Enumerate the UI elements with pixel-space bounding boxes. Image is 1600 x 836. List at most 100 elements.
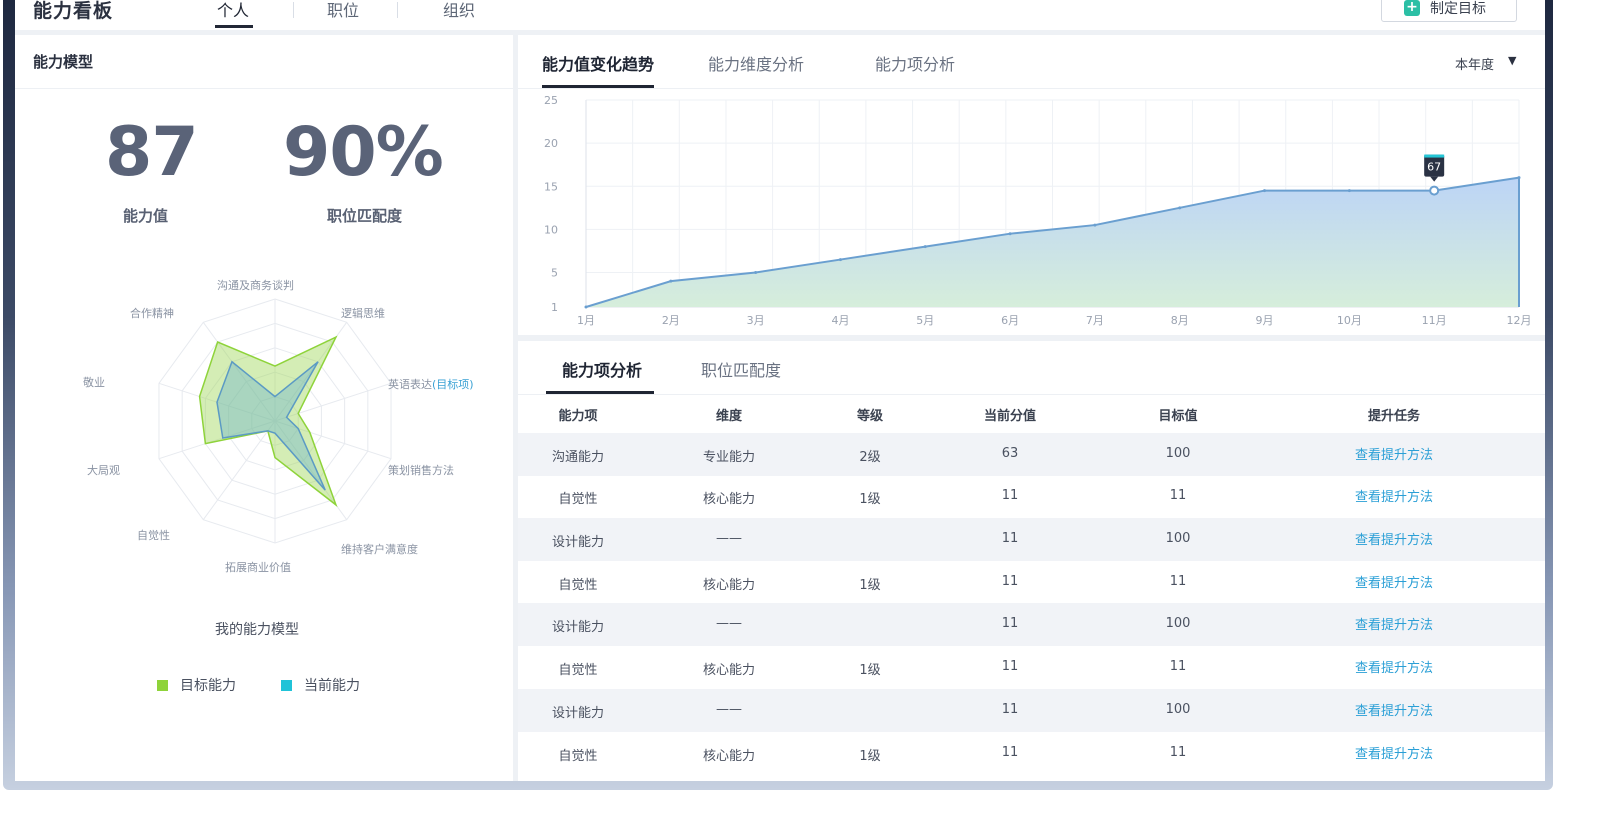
tab-item-analysis[interactable]: 能力项分析 (875, 51, 955, 75)
cell-current-score: 11 (1001, 702, 1019, 717)
set-goal-button[interactable]: + 制定目标 (1381, 0, 1517, 22)
view-improvement-link[interactable]: 查看提升方法 (1355, 444, 1433, 463)
data-point (1093, 223, 1097, 227)
cell-item: 沟通能力 (551, 450, 605, 465)
cell-level: 1级 (859, 578, 881, 593)
column-header: 等级 (856, 409, 884, 424)
marker-label: 67 (1427, 161, 1441, 174)
radar-label: 敬业 (83, 376, 105, 389)
column-header: 维度 (715, 409, 743, 424)
view-improvement-link[interactable]: 查看提升方法 (1355, 700, 1433, 719)
cell-target-score: 11 (1169, 574, 1187, 589)
y-tick-label: 20 (544, 137, 558, 150)
data-point (584, 305, 588, 309)
match-rate-label: 职位匹配度 (327, 207, 403, 225)
tab-personal[interactable]: 个人 (217, 0, 249, 21)
tab-position[interactable]: 职位 (327, 0, 359, 21)
table-row: 设计能力 —— 11 100 查看提升方法 (518, 518, 1545, 561)
period-select[interactable]: 本年度 (1455, 54, 1494, 73)
cell-current-score: 11 (1001, 616, 1019, 631)
page-title: 能力看板 (33, 0, 114, 22)
column-header: 提升任务 (1367, 409, 1421, 424)
radar-label: 沟通及商务谈判 (217, 279, 294, 292)
cell-target-score: 100 (1165, 702, 1191, 717)
highlight-point[interactable] (1429, 185, 1440, 196)
radar-label: 大局观 (87, 464, 120, 477)
legend-label: 目标能力 (180, 678, 236, 694)
data-point (838, 258, 842, 262)
data-point (1347, 189, 1351, 193)
cell-dimension: —— (716, 702, 742, 717)
view-improvement-link[interactable]: 查看提升方法 (1355, 486, 1433, 505)
cell-item: 自觉性 (558, 492, 598, 507)
trend-chart-panel: 能力值变化趋势 能力维度分析 能力项分析 本年度 ▼ 1 5 10 15 20 25 1月 2… (518, 35, 1545, 335)
cell-level: 1级 (859, 749, 881, 764)
radar-label: 英语表达(目标项) (388, 376, 474, 392)
data-point (1008, 232, 1012, 236)
set-goal-label: 制定目标 (1430, 1, 1486, 17)
tab-ability-items[interactable]: 能力项分析 (562, 357, 642, 381)
legend-current: 当前能力 (281, 675, 360, 695)
radar-label: 逻辑思维 (341, 307, 385, 320)
view-improvement-link[interactable]: 查看提升方法 (1355, 614, 1433, 633)
cell-target-score: 11 (1169, 659, 1187, 674)
radar-label: 合作精神 (130, 307, 174, 320)
cell-target-score: 11 (1169, 488, 1187, 503)
data-point (669, 279, 673, 283)
cell-dimension: —— (716, 531, 742, 546)
table-row: 沟通能力 专业能力 2级 63 100 查看提升方法 (518, 433, 1545, 476)
cell-current-score: 11 (1001, 574, 1019, 589)
cell-item: 自觉性 (558, 663, 598, 678)
y-tick-label: 5 (551, 267, 558, 280)
table-row: 设计能力 —— 11 100 查看提升方法 (518, 689, 1545, 732)
cell-target-score: 100 (1165, 531, 1191, 546)
data-point (1263, 189, 1267, 193)
trend-chart: 15101520251月 2月 3月 4月 5月 6月 7月 8月 9月 10月 11月 12月67 (544, 94, 1532, 327)
cell-item: 设计能力 (551, 620, 605, 635)
cell-current-score: 63 (1001, 446, 1019, 461)
divider (518, 88, 1545, 89)
tab-position-match[interactable]: 职位匹配度 (701, 357, 781, 381)
radar-label: 自觉性 (137, 529, 170, 542)
table-row: 设计能力 —— 11 100 查看提升方法 (518, 603, 1545, 646)
tab-organization[interactable]: 组织 (443, 0, 475, 21)
view-improvement-link[interactable]: 查看提升方法 (1355, 657, 1433, 676)
cell-dimension: 核心能力 (702, 492, 756, 507)
radar-label: 拓展商业价值 (225, 561, 291, 574)
cell-dimension: —— (716, 616, 742, 631)
cell-target-score: 11 (1169, 745, 1187, 760)
cell-item: 自觉性 (558, 749, 598, 764)
radar-target-tag: (目标项) (432, 378, 474, 391)
caret-down-icon[interactable]: ▼ (1508, 54, 1516, 67)
cell-current-score: 11 (1001, 745, 1019, 760)
data-point (923, 245, 927, 249)
view-improvement-link[interactable]: 查看提升方法 (1355, 529, 1433, 548)
tab-divider (397, 2, 398, 18)
x-tick-label: 2月 (662, 314, 680, 327)
table-row: 自觉性 核心能力 1级 11 11 查看提升方法 (518, 646, 1545, 689)
cell-level: 1级 (859, 663, 881, 678)
ability-score-label: 能力值 (123, 207, 169, 225)
cell-dimension: 核心能力 (702, 663, 756, 678)
tab-trend[interactable]: 能力值变化趋势 (542, 51, 654, 75)
ability-model-panel: 能力模型 87 能力值 90% 职位匹配度 沟通及商务谈判 逻辑思维 英语表达(… (15, 35, 513, 781)
ability-table-panel: 能力项分析 职位匹配度 能力项 维度 等级 当前分值 目标值 提升任务 沟通能力… (518, 341, 1545, 781)
cell-dimension: 专业能力 (702, 450, 756, 465)
legend-swatch (157, 679, 168, 691)
view-improvement-link[interactable]: 查看提升方法 (1355, 572, 1433, 591)
x-tick-label: 9月 (1256, 314, 1274, 327)
cell-target-score: 100 (1165, 446, 1191, 461)
cell-current-score: 11 (1001, 659, 1019, 674)
cell-item: 设计能力 (551, 706, 605, 721)
tab-dimension-analysis[interactable]: 能力维度分析 (708, 51, 804, 75)
column-header: 当前分值 (983, 409, 1037, 424)
match-rate: 90% (283, 113, 444, 192)
x-tick-label: 11月 (1422, 314, 1447, 327)
cell-dimension: 核心能力 (702, 749, 756, 764)
x-tick-label: 7月 (1086, 314, 1104, 327)
cell-level: 1级 (859, 492, 881, 507)
table-row: 自觉性 核心能力 1级 11 11 查看提升方法 (518, 732, 1545, 775)
view-improvement-link[interactable]: 查看提升方法 (1355, 743, 1433, 762)
cell-target-score: 100 (1165, 616, 1191, 631)
divider (15, 88, 513, 89)
